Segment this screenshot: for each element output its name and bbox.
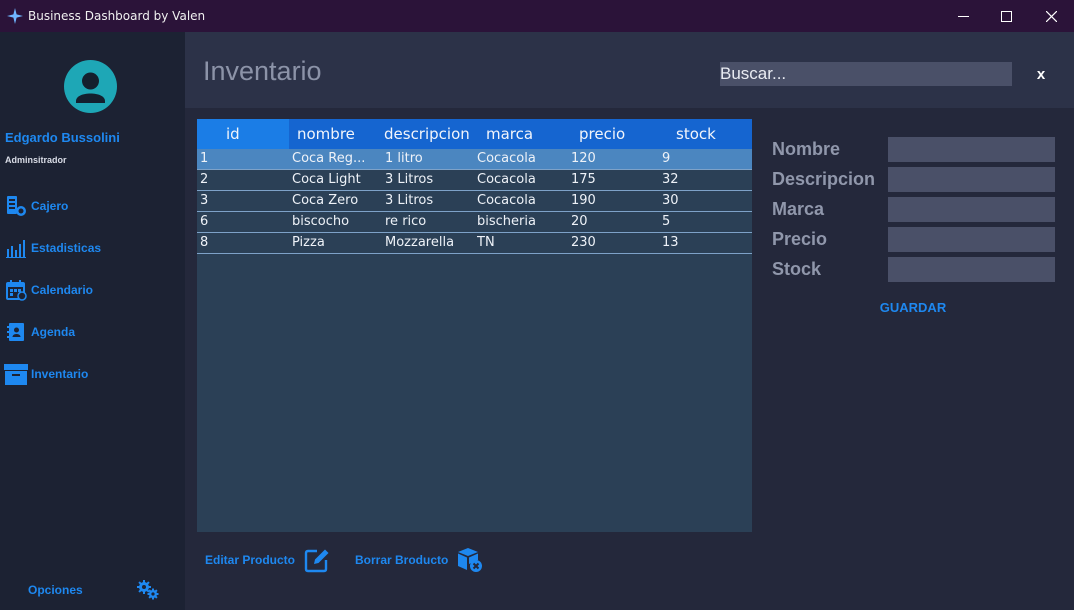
cell-marca: bischeria: [477, 214, 536, 229]
gears-icon[interactable]: [136, 579, 160, 601]
sidebar-item-label: Cajero: [31, 199, 69, 213]
cell-nombre: Pizza: [292, 235, 325, 250]
edit-product-button[interactable]: Editar Producto: [205, 545, 331, 575]
marca-field[interactable]: [888, 197, 1055, 222]
sidebar-item-agenda[interactable]: Agenda: [4, 317, 75, 347]
nombre-field[interactable]: [888, 137, 1055, 162]
sidebar-item-label: Estadisticas: [31, 241, 102, 255]
sidebar-item-calendario[interactable]: Calendario: [4, 275, 93, 305]
close-icon: [1045, 10, 1057, 22]
inventory-table[interactable]: id nombre descripcion marca precio stock…: [197, 119, 752, 532]
column-header-descripcion[interactable]: descripcion: [384, 119, 470, 149]
cell-nombre: Coca Light: [292, 172, 361, 187]
maximize-icon: [1000, 10, 1012, 22]
sidebar-item-estadisticas[interactable]: Estadisticas: [4, 233, 101, 263]
user-role: Adminsitrador: [5, 155, 67, 165]
minimize-button[interactable]: [940, 0, 986, 32]
cell-precio: 20: [571, 214, 588, 229]
stock-field[interactable]: [888, 257, 1055, 282]
cell-id: 2: [200, 172, 209, 187]
cell-stock: 9: [662, 151, 671, 166]
column-header-nombre[interactable]: nombre: [297, 119, 355, 149]
cell-nombre: Coca Reg...: [292, 151, 366, 166]
maximize-button[interactable]: [983, 0, 1029, 32]
marca-label: Marca: [772, 199, 825, 219]
table-row[interactable]: 8 Pizza Mozzarella TN 230 13: [197, 233, 752, 254]
user-avatar-icon: [76, 72, 105, 103]
header-cell-highlight: [197, 119, 289, 149]
cell-marca: TN: [477, 235, 495, 250]
descripcion-label: Descripcion: [772, 169, 876, 189]
delete-product-label: Borrar Broducto: [355, 553, 449, 567]
sidebar-item-label: Calendario: [31, 283, 94, 297]
cell-marca: Cocacola: [477, 172, 536, 187]
cell-stock: 32: [662, 172, 679, 187]
precio-field[interactable]: [888, 227, 1055, 252]
sidebar-item-label: Agenda: [31, 325, 76, 339]
cell-descripcion: re rico: [385, 214, 427, 229]
delete-product-button[interactable]: Borrar Broducto: [355, 545, 484, 575]
edit-product-label: Editar Producto: [205, 553, 296, 567]
edit-icon: [304, 549, 329, 573]
page-title: Inventario: [203, 56, 322, 86]
contact-book-icon: [4, 320, 28, 344]
cell-stock: 30: [662, 193, 679, 208]
table-row[interactable]: 3 Coca Zero 3 Litros Cocacola 190 30: [197, 191, 752, 212]
user-name: Edgardo Bussolini: [5, 130, 120, 145]
sidebar-item-inventario[interactable]: Inventario: [4, 359, 88, 389]
cell-descripcion: 3 Litros: [385, 172, 434, 187]
search-input[interactable]: [720, 62, 1012, 86]
sidebar-item-cajero[interactable]: Cajero: [4, 191, 68, 221]
sparkle-icon: [7, 8, 23, 24]
sidebar: Edgardo Bussolini Adminsitrador Cajero E…: [0, 32, 185, 610]
cell-precio: 190: [571, 193, 596, 208]
cell-stock: 5: [662, 214, 671, 229]
archive-box-icon: [4, 362, 28, 386]
app-window: Business Dashboard by Valen Edgardo Buss…: [0, 0, 1074, 610]
column-header-precio[interactable]: precio: [579, 119, 625, 149]
window-title: Business Dashboard by Valen: [28, 9, 206, 23]
calendar-icon: [4, 278, 28, 302]
cell-id: 8: [200, 235, 209, 250]
table-row[interactable]: 1 Coca Reg... 1 litro Cocacola 120 9: [197, 149, 752, 170]
cell-precio: 175: [571, 172, 596, 187]
descripcion-field[interactable]: [888, 167, 1055, 192]
cell-precio: 230: [571, 235, 596, 250]
table-header: id nombre descripcion marca precio stock: [197, 119, 752, 149]
cell-id: 6: [200, 214, 209, 229]
column-header-id[interactable]: id: [226, 119, 240, 149]
stock-label: Stock: [772, 259, 822, 279]
column-header-stock[interactable]: stock: [676, 119, 716, 149]
nombre-label: Nombre: [772, 139, 841, 159]
column-header-marca[interactable]: marca: [486, 119, 533, 149]
close-button[interactable]: [1028, 0, 1074, 32]
options-link[interactable]: Opciones: [28, 583, 83, 597]
save-button[interactable]: GUARDAR: [862, 298, 964, 318]
cell-descripcion: Mozzarella: [385, 235, 455, 250]
title-bar[interactable]: Business Dashboard by Valen: [0, 0, 1074, 32]
minimize-icon: [957, 15, 969, 17]
delete-box-icon: [458, 548, 483, 572]
cell-marca: Cocacola: [477, 151, 536, 166]
cell-marca: Cocacola: [477, 193, 536, 208]
cell-descripcion: 1 litro: [385, 151, 423, 166]
precio-label: Precio: [772, 229, 828, 249]
cash-register-icon: [4, 194, 28, 218]
table-row[interactable]: 6 biscocho re rico bischeria 20 5: [197, 212, 752, 233]
table-row[interactable]: 2 Coca Light 3 Litros Cocacola 175 32: [197, 170, 752, 191]
cell-nombre: biscocho: [292, 214, 350, 229]
cell-id: 1: [200, 151, 209, 166]
cell-descripcion: 3 Litros: [385, 193, 434, 208]
avatar[interactable]: [64, 60, 117, 113]
sidebar-item-label: Inventario: [31, 367, 89, 381]
cell-stock: 13: [662, 235, 679, 250]
cell-precio: 120: [571, 151, 596, 166]
cell-id: 3: [200, 193, 209, 208]
clear-search-button[interactable]: x: [1033, 64, 1049, 84]
bar-chart-icon: [4, 236, 28, 260]
cell-nombre: Coca Zero: [292, 193, 359, 208]
page-header: Inventario x: [185, 32, 1074, 108]
